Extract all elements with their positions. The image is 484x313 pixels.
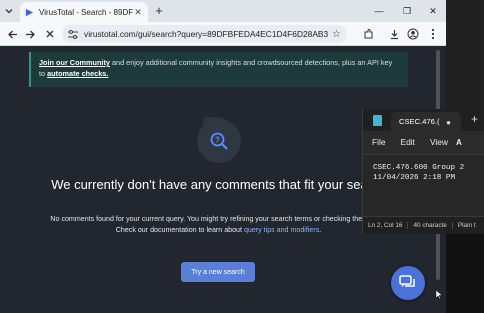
- new-tab-button[interactable]: +: [152, 2, 166, 20]
- menu-edit[interactable]: Edit: [401, 137, 415, 147]
- notepad-status-bar: Ln 2, Col 16 40 characte Plain t: [363, 216, 484, 234]
- back-arrow-icon[interactable]: [4, 26, 20, 42]
- notepad-tab[interactable]: CSEC.476.( ●: [391, 112, 461, 131]
- minimize-button[interactable]: —: [370, 2, 388, 20]
- download-icon[interactable]: [386, 26, 402, 42]
- restore-button[interactable]: ❐: [398, 2, 416, 20]
- extensions-icon[interactable]: [360, 26, 376, 42]
- virustotal-favicon-icon: [25, 8, 34, 16]
- query-tips-link[interactable]: query tips and modifiers: [244, 226, 319, 234]
- bookmark-star-icon[interactable]: ☆: [332, 29, 341, 40]
- notepad-menu-bar: File Edit View A: [363, 131, 484, 153]
- close-window-button[interactable]: ✕: [424, 2, 442, 20]
- forward-arrow-icon[interactable]: [22, 26, 38, 42]
- banner-text: and enjoy additional community insights …: [109, 58, 393, 67]
- tab-list-icon[interactable]: [2, 4, 16, 18]
- empty-state-title: We currently don't have any comments tha…: [51, 177, 386, 192]
- profile-icon[interactable]: [405, 26, 421, 42]
- notepad-editor[interactable]: CSEC.476.600 Group 2 11/04/2026 2:18 PM: [363, 154, 484, 216]
- tab-virustotal[interactable]: VirusTotal - Search - 89DFBFED ✕: [20, 2, 148, 22]
- status-cursor-position: Ln 2, Col 16: [363, 222, 409, 229]
- try-new-search-button[interactable]: Try a new search: [181, 262, 255, 282]
- svg-text:?: ?: [215, 136, 220, 145]
- status-encoding: Plain t: [457, 222, 476, 229]
- close-tab-icon[interactable]: ✕: [133, 7, 143, 18]
- background-window: [446, 0, 484, 109]
- empty-state-line1: No comments found for your current query…: [50, 215, 387, 223]
- screen: VirusTotal - Search - 89DFBFED ✕ + — ❐ ✕: [0, 0, 484, 313]
- automate-checks-link[interactable]: automate checks.: [47, 69, 108, 78]
- format-icon[interactable]: A: [456, 138, 462, 147]
- tab-title: VirusTotal - Search - 89DFBFED: [39, 7, 133, 17]
- community-banner: Join our Community and enjoy additional …: [29, 52, 408, 87]
- site-info-icon[interactable]: [68, 29, 78, 39]
- empty-state-description: No comments found for your current query…: [40, 214, 397, 236]
- unsaved-dot-icon: ●: [446, 118, 451, 127]
- notepad-tab-bar: CSEC.476.( ● +: [363, 109, 484, 131]
- mouse-cursor-icon: [436, 290, 442, 299]
- browser-toolbar: virustotal.com/gui/search?query=89DFBFED…: [0, 22, 446, 46]
- menu-view[interactable]: View: [430, 137, 448, 147]
- join-community-link[interactable]: Join our Community: [39, 58, 110, 67]
- more-menu-icon[interactable]: [425, 26, 441, 42]
- tab-strip: VirusTotal - Search - 89DFBFED ✕ + — ❐ ✕: [0, 0, 446, 22]
- banner-text-to: to: [39, 69, 48, 78]
- notepad-tab-title: CSEC.476.(: [399, 117, 440, 126]
- empty-state-line2-suffix: .: [319, 226, 322, 234]
- menu-file[interactable]: File: [372, 137, 386, 147]
- notepad-app-icon: [373, 115, 382, 126]
- status-character-count: 40 characte: [408, 222, 453, 229]
- address-bar[interactable]: virustotal.com/gui/search?query=89DFBFED…: [62, 25, 347, 43]
- stop-loading-icon[interactable]: [42, 26, 58, 42]
- notepad-window: CSEC.476.( ● + File Edit View A CSEC.476…: [362, 109, 484, 234]
- empty-state-line2-prefix: Check our documentation to learn about: [115, 226, 244, 234]
- url-text[interactable]: virustotal.com/gui/search?query=89DFBFED…: [84, 29, 328, 39]
- notepad-new-tab-button[interactable]: +: [471, 112, 478, 126]
- search-comment-icon: ?: [197, 119, 241, 163]
- chat-bubble-icon[interactable]: [391, 266, 425, 300]
